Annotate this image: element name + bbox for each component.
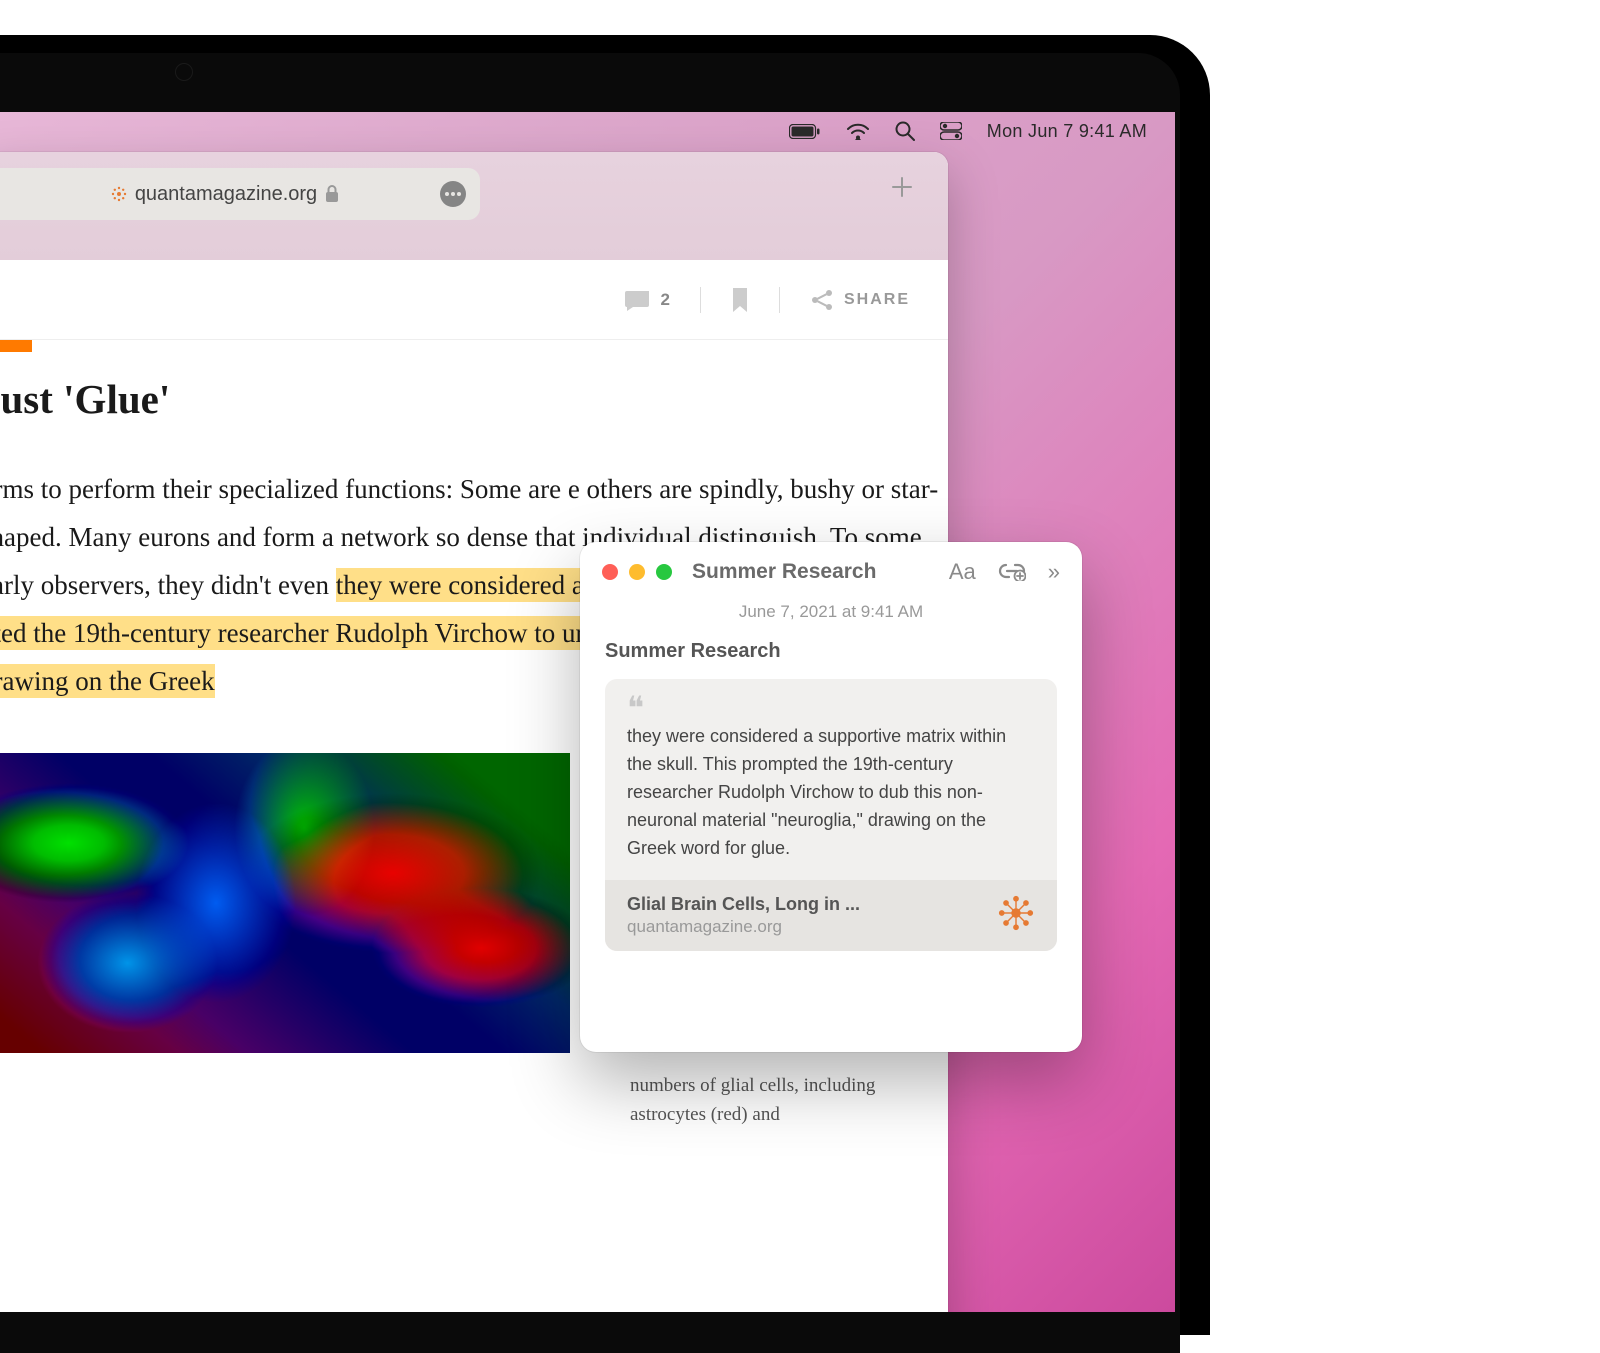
laptop-camera-icon [175,63,193,81]
notes-titlebar: Summer Research Aa » [580,542,1082,602]
new-tab-button[interactable] [891,176,913,203]
share-label: SHARE [844,291,910,309]
quote-icon: ❝ [627,697,1035,719]
source-title: Glial Brain Cells, Long in ... [627,894,860,915]
menubar: Mon Jun 7 9:41 AM [0,112,1175,150]
section-marker [0,340,32,352]
page-actions-button[interactable] [440,181,466,207]
site-favicon-icon [111,186,127,202]
source-domain: quantamagazine.org [627,917,860,937]
comment-icon [625,289,651,311]
control-center-icon[interactable] [940,122,962,140]
quote-text: they were considered a supportive matrix… [627,723,1035,862]
share-icon [810,289,834,311]
close-window-button[interactable] [602,564,618,580]
note-heading: Summer Research [605,640,1057,663]
article-title: Just 'Glue' [0,375,948,423]
wifi-icon[interactable] [846,122,870,140]
address-bar[interactable]: quantamagazine.org [0,168,480,220]
quote-source-link[interactable]: Glial Brain Cells, Long in ... quantamag… [605,880,1057,951]
share-button[interactable]: SHARE [810,289,910,311]
notes-content[interactable]: June 7, 2021 at 9:41 AM Summer Research … [580,602,1082,951]
format-text-button[interactable]: Aa [949,559,976,585]
battery-icon[interactable] [789,124,821,139]
image-caption: numbers of glial cells, including astroc… [630,1072,910,1129]
safari-tab-bar: quantamagazine.org [0,152,948,260]
minimize-window-button[interactable] [629,564,645,580]
neuron-image-illustration [0,753,570,1053]
comments-button[interactable]: 2 [625,289,670,311]
more-toolbar-button[interactable]: » [1048,559,1060,585]
notes-window: Summer Research Aa » June 7, 2021 at 9:4… [580,542,1082,1052]
source-favicon-icon [997,894,1035,937]
bookmark-icon [731,288,749,312]
note-date: June 7, 2021 at 9:41 AM [605,602,1057,622]
quote-card: ❝ they were considered a supportive matr… [605,679,1057,951]
bookmark-button[interactable] [731,288,749,312]
toolbar-separator [700,287,701,313]
notes-window-title: Summer Research [692,560,876,584]
spotlight-search-icon[interactable] [895,121,915,141]
menubar-clock[interactable]: Mon Jun 7 9:41 AM [987,121,1147,142]
comment-count: 2 [661,290,670,310]
address-url: quantamagazine.org [135,183,317,206]
zoom-window-button[interactable] [656,564,672,580]
window-controls [602,564,672,580]
add-link-button[interactable] [998,559,1026,586]
lock-icon [325,185,339,203]
desktop-wallpaper: Mon Jun 7 9:41 AM quantamagazine.org [0,112,1175,1312]
article-toolbar: 2 SHARE [0,260,948,340]
toolbar-separator [779,287,780,313]
article-image [0,753,570,1053]
